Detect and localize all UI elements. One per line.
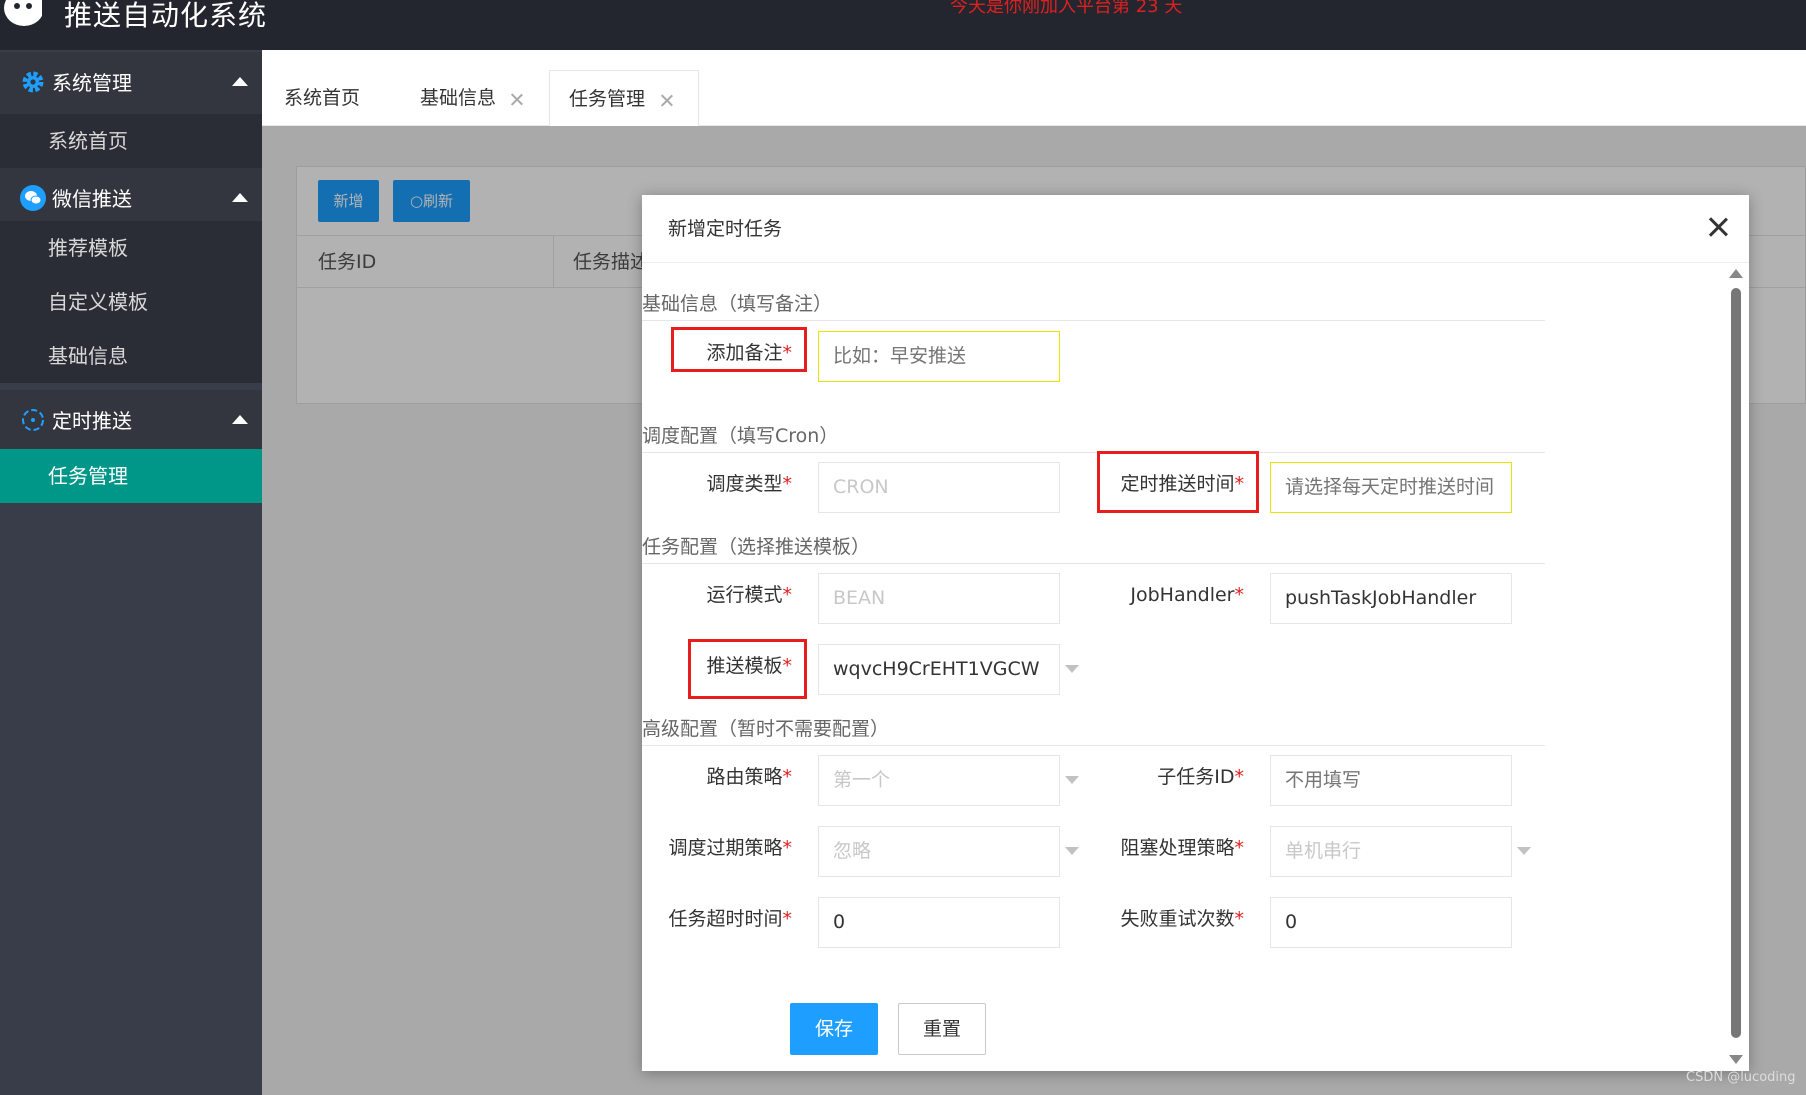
field-label-block: 阻塞处理策略* xyxy=(1120,837,1244,859)
chevron-down-icon xyxy=(1065,776,1079,784)
sidebar-group-system[interactable]: 系统管理 xyxy=(0,52,262,114)
tab-label: 基础信息 xyxy=(420,87,497,109)
field-label-retry: 失败重试次数* xyxy=(1120,908,1244,930)
sidebar-item-recommend-template[interactable]: 推荐模板 xyxy=(0,221,262,275)
caret-up-icon xyxy=(232,77,248,86)
scroll-down-arrow-icon[interactable] xyxy=(1729,1055,1743,1064)
field-label-misfire: 调度过期策略* xyxy=(668,837,792,859)
top-notice: 今天是你刚加入平台第 23 天 xyxy=(950,0,1183,17)
sidebar-item-label: 推荐模板 xyxy=(48,236,128,260)
modal-title: 新增定时任务 xyxy=(668,218,783,240)
child-task-input[interactable] xyxy=(1270,755,1512,806)
reset-button[interactable]: 重置 xyxy=(898,1003,986,1055)
close-icon[interactable] xyxy=(660,93,674,107)
sidebar-item-task-management[interactable]: 任务管理 xyxy=(0,449,262,503)
sidebar-item-system-home[interactable]: 系统首页 xyxy=(0,114,262,168)
sidebar-item-label: 系统首页 xyxy=(48,129,128,153)
sidebar-group-timer[interactable]: 定时推送 xyxy=(0,390,262,452)
chevron-down-icon[interactable] xyxy=(1065,665,1079,673)
schedule-type-input: CRON xyxy=(818,462,1060,513)
sidebar-group-label: 定时推送 xyxy=(52,409,132,433)
watermark: CSDN @lucoding xyxy=(1686,1070,1796,1085)
tab-system-home[interactable]: 系统首页 xyxy=(272,70,372,126)
sidebar-item-label: 自定义模板 xyxy=(48,290,148,314)
wechat-logo-icon xyxy=(4,0,42,26)
chevron-down-icon xyxy=(1517,847,1531,855)
highlight-box xyxy=(688,639,807,699)
sidebar-item-basic-info[interactable]: 基础信息 xyxy=(0,329,262,383)
template-select[interactable]: wqvcH9CrEHT1VGCW xyxy=(818,644,1060,695)
job-handler-input[interactable]: pushTaskJobHandler xyxy=(1270,573,1512,624)
timer-icon xyxy=(22,409,44,431)
misfire-select: 忽略 xyxy=(818,826,1060,877)
tab-label: 系统首页 xyxy=(283,87,360,109)
field-label-route: 路由策略* xyxy=(706,766,792,788)
sidebar: 系统管理 系统首页 微信推送 推荐模板 自定义模板 基础信息 定时推送 任务管理 xyxy=(0,50,262,1095)
field-label-timeout: 任务超时时间* xyxy=(668,908,792,930)
section-task: 任务配置（选择推送模板） xyxy=(642,534,1545,564)
caret-up-icon xyxy=(232,193,248,202)
block-select: 单机串行 xyxy=(1270,826,1512,877)
sidebar-group-label: 微信推送 xyxy=(52,187,132,211)
save-button[interactable]: 保存 xyxy=(790,1003,878,1055)
section-advanced: 高级配置（暂时不需要配置） xyxy=(642,716,1545,746)
field-label-child-task: 子任务ID* xyxy=(1157,766,1244,788)
field-label-run-mode: 运行模式* xyxy=(706,584,792,606)
close-icon[interactable] xyxy=(510,92,524,106)
gear-icon xyxy=(22,71,44,93)
highlight-box xyxy=(1097,451,1259,513)
scrollbar-thumb[interactable] xyxy=(1731,288,1741,1038)
tab-label: 任务管理 xyxy=(569,88,646,110)
section-basic: 基础信息（填写备注） xyxy=(642,291,1545,321)
sidebar-group-label: 系统管理 xyxy=(52,71,132,95)
add-task-modal: 新增定时任务 基础信息（填写备注） 添加备注* 调度配置（填写Cron） 调度类… xyxy=(642,195,1749,1071)
highlight-box xyxy=(671,327,807,372)
retry-input[interactable]: 0 xyxy=(1270,897,1512,948)
field-label-schedule-type: 调度类型* xyxy=(706,473,792,495)
app-title: 推送自动化系统 xyxy=(64,0,268,32)
push-time-input[interactable] xyxy=(1270,462,1512,513)
top-header: 推送自动化系统 今天是你刚加入平台第 23 天 xyxy=(0,0,1806,50)
sidebar-item-label: 基础信息 xyxy=(48,344,128,368)
run-mode-input: BEAN xyxy=(818,573,1060,624)
timeout-input[interactable]: 0 xyxy=(818,897,1060,948)
route-select: 第一个 xyxy=(818,755,1060,806)
tab-bar: 系统首页 基础信息 任务管理 xyxy=(262,50,1806,126)
sidebar-item-label: 任务管理 xyxy=(48,464,128,488)
close-icon[interactable] xyxy=(1704,213,1732,241)
section-schedule: 调度配置（填写Cron） xyxy=(642,423,1545,453)
remark-input[interactable] xyxy=(818,331,1060,382)
sidebar-item-custom-template[interactable]: 自定义模板 xyxy=(0,275,262,329)
modal-header: 新增定时任务 xyxy=(642,195,1749,263)
wechat-icon xyxy=(20,185,46,211)
chevron-down-icon xyxy=(1065,847,1079,855)
tab-task-management[interactable]: 任务管理 xyxy=(549,70,699,126)
tab-basic-info[interactable]: 基础信息 xyxy=(388,70,538,126)
caret-up-icon xyxy=(232,415,248,424)
field-label-job-handler: JobHandler* xyxy=(1130,584,1244,606)
scroll-up-arrow-icon[interactable] xyxy=(1729,269,1743,278)
